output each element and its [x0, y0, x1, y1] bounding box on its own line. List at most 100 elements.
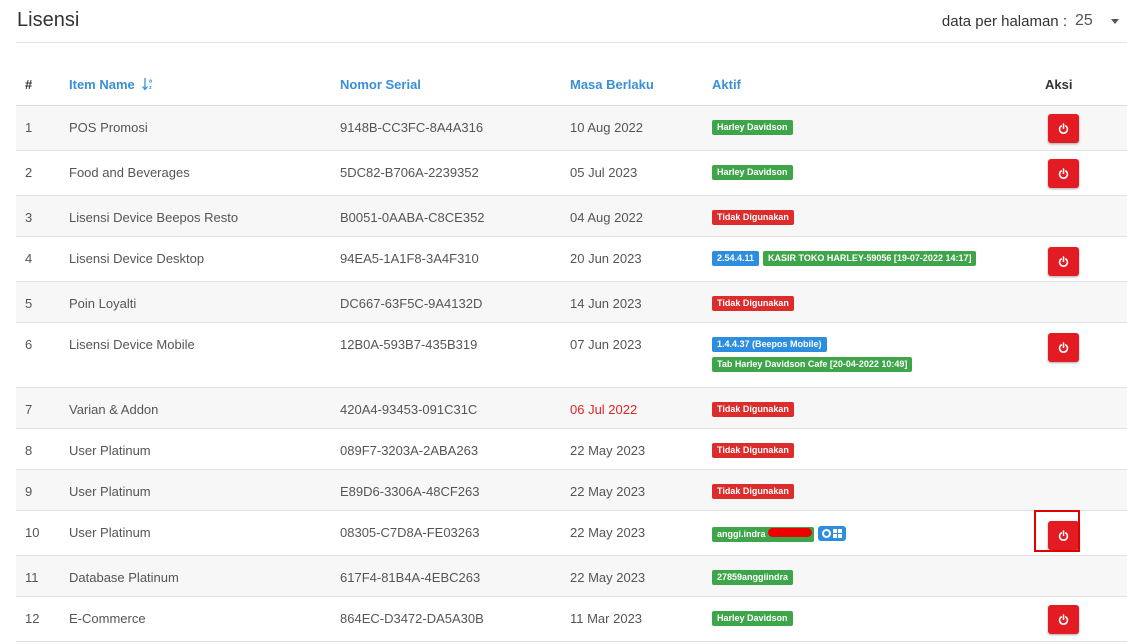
page-header: Lisensi data per halaman : 25 [16, 0, 1127, 43]
power-icon[interactable] [1058, 123, 1069, 134]
active-cell: Tidak Digunakan [712, 195, 1045, 237]
badge-group: 27859anggiindra [712, 556, 1045, 585]
header-number: # [16, 64, 69, 106]
caret-down-icon[interactable] [1111, 18, 1119, 24]
platform-chip [817, 526, 846, 541]
serial-cell: 94EA5-1A1F8-3A4F310 [340, 236, 570, 282]
power-icon[interactable] [1058, 256, 1069, 267]
serial-cell: E89D6-3306A-48CF263 [340, 469, 570, 511]
row-number: 2 [25, 165, 33, 180]
expiry-date: 20 Jun 2023 [570, 251, 642, 266]
serial-number: DC667-63F5C-9A4132D [340, 296, 483, 311]
badge-line: anggi.indra [712, 525, 1045, 542]
license-table: # Item Name a z Nomor Serial Masa Berlak… [16, 64, 1127, 642]
row-number: 11 [25, 570, 39, 585]
active-cell: Tidak Digunakan [712, 387, 1045, 429]
row-number-cell: 9 [16, 469, 69, 511]
table-row: 10 User Platinum 08305-C7D8A-FE03263 22 May… [16, 510, 1127, 556]
table-row: 7 Varian & Addon 420A4-93453-091C31C 06 Jul… [16, 387, 1127, 429]
per-page-selector[interactable]: data per halaman : 25 [942, 12, 1119, 30]
device-badge: Harley Davidson [712, 120, 793, 135]
header-item-name[interactable]: Item Name a z [69, 64, 340, 106]
active-cell: Harley Davidson [712, 596, 1045, 642]
item-name-cell: Varian & Addon [69, 387, 340, 429]
row-number-cell: 7 [16, 387, 69, 429]
expiry-date: 22 May 2023 [570, 570, 646, 585]
page-title: Lisensi [17, 9, 80, 31]
expiry-date: 05 Jul 2023 [570, 165, 638, 180]
badge-group: Harley Davidson [712, 106, 1045, 135]
device-badge: Tab Harley Davidson Cafe [20-04-2022 10:… [712, 357, 913, 372]
power-icon[interactable] [1058, 614, 1069, 625]
deactivate-button[interactable] [1048, 521, 1079, 550]
version-badge: 2.54.4.11 [712, 251, 760, 266]
chrome-icon [821, 529, 831, 538]
expiry-date: 10 Aug 2022 [570, 120, 644, 135]
deactivate-button[interactable] [1048, 247, 1079, 276]
sort-alpha-icon[interactable]: a z [142, 77, 154, 91]
serial-cell: 12B0A-593B7-435B319 [340, 322, 570, 388]
expiry-date: 14 Jun 2023 [570, 296, 642, 311]
action-cell [1045, 428, 1127, 470]
badge-group: Tidak Digunakan [712, 429, 1045, 458]
header-item-name-label[interactable]: Item Name [69, 77, 135, 92]
expiry-date: 04 Aug 2022 [570, 210, 644, 225]
power-icon[interactable] [1058, 342, 1069, 353]
status-badge: Tidak Digunakan [712, 296, 794, 311]
action-cell [1045, 596, 1127, 642]
header-serial[interactable]: Nomor Serial [340, 64, 570, 106]
redaction-mark [768, 528, 812, 537]
power-icon[interactable] [1058, 530, 1069, 541]
table-row: 5 Poin Loyalti DC667-63F5C-9A4132D 14 Jun 2… [16, 281, 1127, 323]
serial-number: 12B0A-593B7-435B319 [340, 337, 478, 352]
expiry-date: 11 Mar 2023 [570, 611, 643, 626]
expiry-date: 22 May 2023 [570, 484, 646, 499]
item-name: User Platinum [69, 443, 151, 458]
row-number: 6 [25, 337, 33, 352]
deactivate-button[interactable] [1048, 333, 1079, 362]
serial-number: 420A4-93453-091C31C [340, 402, 478, 417]
deactivate-button[interactable] [1048, 114, 1079, 143]
expiry-date: 22 May 2023 [570, 525, 646, 540]
expiry-cell: 06 Jul 2022 [570, 387, 712, 429]
header-active[interactable]: Aktif [712, 64, 1045, 106]
expiry-cell: 22 May 2023 [570, 555, 712, 597]
badge-group: Tidak Digunakan [712, 470, 1045, 499]
serial-cell: DC667-63F5C-9A4132D [340, 281, 570, 323]
row-number-cell: 4 [16, 236, 69, 282]
item-name-cell: User Platinum [69, 428, 340, 470]
item-name-cell: Lisensi Device Desktop [69, 236, 340, 282]
active-cell: 2.54.4.11 KASIR TOKO HARLEY-59056 [19-07-… [712, 236, 1045, 282]
redacted-badge-wrapper: anggi.indra [712, 525, 814, 542]
action-cell [1045, 387, 1127, 429]
per-page-value[interactable]: 25 [1075, 12, 1105, 30]
badge-group: Tidak Digunakan [712, 282, 1045, 311]
badge-line: Harley Davidson [712, 165, 1045, 180]
serial-cell: B0051-0AABA-C8CE352 [340, 195, 570, 237]
table-row: 3 Lisensi Device Beepos Resto B0051-0AABA-… [16, 195, 1127, 237]
header-expiry[interactable]: Masa Berlaku [570, 64, 712, 106]
table-row: 6 Lisensi Device Mobile 12B0A-593B7-435B31… [16, 322, 1127, 388]
serial-cell: 617F4-81B4A-4EBC263 [340, 555, 570, 597]
badge-group: Harley Davidson [712, 597, 1045, 626]
expiry-cell: 11 Mar 2023 [570, 596, 712, 642]
item-name: Food and Beverages [69, 165, 190, 180]
badge-line: 1.4.4.37 (Beepos Mobile) [712, 337, 1045, 352]
action-cell [1045, 510, 1127, 556]
item-name: User Platinum [69, 525, 151, 540]
status-badge: Tidak Digunakan [712, 210, 794, 225]
expiry-cell: 05 Jul 2023 [570, 150, 712, 196]
item-name: Database Platinum [69, 570, 179, 585]
deactivate-button[interactable] [1048, 159, 1079, 188]
expiry-date: 22 May 2023 [570, 443, 646, 458]
badge-group: anggi.indra [712, 511, 1045, 542]
power-icon[interactable] [1058, 168, 1069, 179]
row-number: 9 [25, 484, 33, 499]
deactivate-button[interactable] [1048, 605, 1079, 634]
badge-line: Tidak Digunakan [712, 296, 1045, 311]
serial-number: 617F4-81B4A-4EBC263 [340, 570, 481, 585]
serial-cell: 9148B-CC3FC-8A4A316 [340, 105, 570, 151]
serial-cell: 089F7-3203A-2ABA263 [340, 428, 570, 470]
table-row: 11 Database Platinum 617F4-81B4A-4EBC263 22… [16, 555, 1127, 597]
expiry-cell: 20 Jun 2023 [570, 236, 712, 282]
